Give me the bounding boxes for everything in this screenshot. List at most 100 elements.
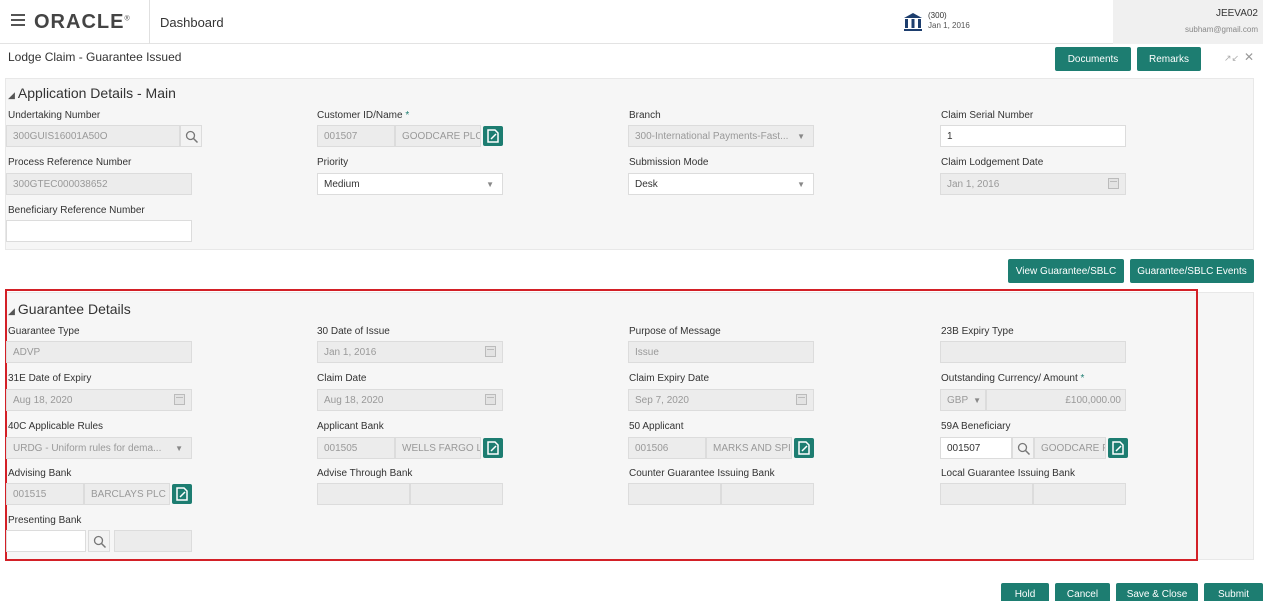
applicable-rules-label: 40C Applicable Rules xyxy=(8,421,104,432)
hold-button[interactable]: Hold xyxy=(1001,583,1049,601)
date-of-issue-field: Jan 1, 2016 xyxy=(317,341,503,363)
applicant-label: 50 Applicant xyxy=(629,421,684,432)
remarks-button[interactable]: Remarks xyxy=(1137,47,1201,71)
advising-bank-details-button[interactable] xyxy=(172,484,192,504)
process-reference-field: 300GTEC000038652 xyxy=(6,173,192,195)
applicable-rules-select: URDG - Uniform rules for dema... ▼ xyxy=(6,437,192,459)
applicant-id-field: 001506 xyxy=(628,437,706,459)
branch-code: (300) xyxy=(928,11,947,20)
date-of-expiry-label: 31E Date of Expiry xyxy=(8,373,92,384)
guarantee-details-title[interactable]: ◢ Guarantee Details xyxy=(8,301,131,317)
user-id: JEEVA02 xyxy=(1215,8,1258,19)
presenting-bank-name-field xyxy=(114,530,192,552)
submission-mode-select[interactable]: Desk ▼ xyxy=(628,173,814,195)
application-details-title[interactable]: ◢ Application Details - Main xyxy=(8,85,176,101)
header-divider xyxy=(149,0,150,44)
edit-document-icon xyxy=(487,129,499,143)
claim-expiry-date-label: Claim Expiry Date xyxy=(629,373,710,384)
close-icon[interactable]: ✕ xyxy=(1244,50,1254,64)
hamburger-menu-icon[interactable] xyxy=(11,14,25,26)
view-guarantee-button[interactable]: View Guarantee/SBLC xyxy=(1008,259,1124,283)
highlight-frame xyxy=(5,289,1198,561)
customer-name-field: GOODCARE PLC xyxy=(395,125,481,147)
purpose-of-message-label: Purpose of Message xyxy=(629,326,721,337)
claim-lodgement-date-field[interactable]: Jan 1, 2016 xyxy=(940,173,1126,195)
calendar-icon xyxy=(174,394,185,405)
resize-icon[interactable]: ↗↙ xyxy=(1224,53,1239,64)
claim-lodgement-date-label: Claim Lodgement Date xyxy=(941,157,1044,168)
dashboard-title[interactable]: Dashboard xyxy=(160,15,224,30)
presenting-bank-id-input[interactable] xyxy=(6,530,86,552)
beneficiary-id-input[interactable]: 001507 xyxy=(940,437,1012,459)
outstanding-amount-field: £100,000.00 xyxy=(986,389,1126,411)
claim-serial-number-label: Claim Serial Number xyxy=(941,110,1034,121)
guarantee-events-button[interactable]: Guarantee/SBLC Events xyxy=(1130,259,1254,283)
applicant-name-field: MARKS AND SPI xyxy=(706,437,792,459)
claim-date-field: Aug 18, 2020 xyxy=(317,389,503,411)
calendar-icon xyxy=(485,346,496,357)
advising-bank-label: Advising Bank xyxy=(8,468,72,479)
search-icon xyxy=(1017,442,1031,456)
beneficiary-label: 59A Beneficiary xyxy=(941,421,1011,432)
edit-document-icon xyxy=(798,441,810,455)
branch-select[interactable]: 300-International Payments-Fast... ▼ xyxy=(628,125,814,147)
search-icon xyxy=(93,535,107,549)
advise-through-bank-label: Advise Through Bank xyxy=(317,468,413,479)
applicant-details-button[interactable] xyxy=(794,438,814,458)
customer-id-label: Customer ID/Name * xyxy=(317,110,410,121)
counter-guarantee-bank-name-field xyxy=(721,483,814,505)
save-close-button[interactable]: Save & Close xyxy=(1116,583,1198,601)
local-guarantee-bank-label: Local Guarantee Issuing Bank xyxy=(941,468,1075,479)
expiry-type-label: 23B Expiry Type xyxy=(941,326,1014,337)
beneficiary-reference-input[interactable] xyxy=(6,220,192,242)
bank-icon[interactable] xyxy=(903,12,923,32)
beneficiary-name-field: GOODCARE P xyxy=(1034,437,1106,459)
claim-serial-number-input[interactable]: 1 xyxy=(940,125,1126,147)
priority-select[interactable]: Medium ▼ xyxy=(317,173,503,195)
expiry-type-field xyxy=(940,341,1126,363)
undertaking-number-label: Undertaking Number xyxy=(8,110,101,121)
customer-id-field[interactable]: 001507 xyxy=(317,125,395,147)
presenting-bank-label: Presenting Bank xyxy=(8,515,82,526)
counter-guarantee-bank-label: Counter Guarantee Issuing Bank xyxy=(629,468,775,479)
page-title: Lodge Claim - Guarantee Issued xyxy=(8,50,182,64)
calendar-icon xyxy=(485,394,496,405)
local-guarantee-bank-id-field xyxy=(940,483,1033,505)
submit-button[interactable]: Submit xyxy=(1204,583,1263,601)
applicant-bank-id-field: 001505 xyxy=(317,437,395,459)
process-reference-label: Process Reference Number xyxy=(8,157,132,168)
date-of-issue-label: 30 Date of Issue xyxy=(317,326,390,337)
applicant-bank-label: Applicant Bank xyxy=(317,421,384,432)
guarantee-type-field: ADVP xyxy=(6,341,192,363)
advise-through-bank-name-field xyxy=(410,483,503,505)
edit-document-icon xyxy=(487,441,499,455)
documents-button[interactable]: Documents xyxy=(1055,47,1131,71)
calendar-icon xyxy=(796,394,807,405)
cancel-button[interactable]: Cancel xyxy=(1055,583,1110,601)
guarantee-type-label: Guarantee Type xyxy=(8,326,80,337)
branch-label: Branch xyxy=(629,110,661,121)
counter-guarantee-bank-id-field xyxy=(628,483,721,505)
submission-mode-label: Submission Mode xyxy=(629,157,709,168)
priority-label: Priority xyxy=(317,157,349,168)
advise-through-bank-id-field xyxy=(317,483,410,505)
advising-bank-id-field: 001515 xyxy=(6,483,84,505)
applicant-bank-details-button[interactable] xyxy=(483,438,503,458)
undertaking-search-button[interactable] xyxy=(180,125,202,147)
beneficiary-reference-label: Beneficiary Reference Number xyxy=(8,205,145,216)
user-profile[interactable]: JEEVA02 subham@gmail.com xyxy=(1113,0,1263,44)
undertaking-number-field[interactable]: 300GUIS16001A50O xyxy=(6,125,180,147)
outstanding-amount-label: Outstanding Currency/ Amount * xyxy=(941,373,1085,384)
advising-bank-name-field: BARCLAYS PLC xyxy=(84,483,170,505)
presenting-bank-search-button[interactable] xyxy=(88,530,110,552)
beneficiary-details-button[interactable] xyxy=(1108,438,1128,458)
claim-expiry-date-field: Sep 7, 2020 xyxy=(628,389,814,411)
date-of-expiry-field: Aug 18, 2020 xyxy=(6,389,192,411)
beneficiary-search-button[interactable] xyxy=(1012,437,1034,459)
calendar-icon[interactable] xyxy=(1108,178,1119,189)
top-header: ORACLE® Dashboard (300) Jan 1, 2016 JEEV… xyxy=(0,0,1263,44)
branch-date: Jan 1, 2016 xyxy=(928,21,970,30)
customer-details-button[interactable] xyxy=(483,126,503,146)
oracle-logo: ORACLE® xyxy=(34,11,131,33)
search-icon xyxy=(185,130,199,144)
